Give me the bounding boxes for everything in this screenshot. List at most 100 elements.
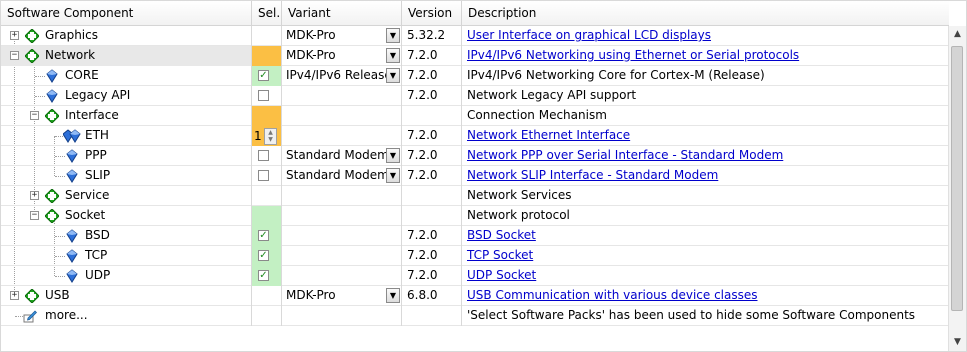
sel-cell[interactable]: ✓ (252, 266, 282, 286)
table-row[interactable]: ETH 1 ▲ ▼ 7.2.0 Network Ethernet Interfac… (1, 126, 949, 146)
variant-value: MDK-Pro (286, 288, 336, 302)
sel-cell[interactable] (252, 46, 282, 66)
header-version[interactable]: Version (402, 1, 462, 25)
variant-cell (282, 206, 402, 226)
select-checkbox[interactable]: ✓ (258, 70, 269, 81)
select-checkbox[interactable] (258, 170, 269, 181)
description-cell: IPv4/IPv6 Networking Core for Cortex-M (… (462, 66, 949, 86)
header-description[interactable]: Description (462, 1, 949, 25)
description-cell: Network Ethernet Interface (462, 126, 949, 146)
spin-up-icon[interactable]: ▲ (265, 129, 276, 136)
table-row[interactable]: TCP ✓ 7.2.0 TCP Socket (1, 246, 949, 266)
sel-cell[interactable] (252, 106, 282, 126)
vertical-scrollbar[interactable]: ▲ ▼ (948, 26, 966, 351)
table-row[interactable]: + Graphics MDK-Pro ▼ 5.32.2 User Interfa… (1, 26, 949, 46)
variant-cell (282, 186, 402, 206)
sel-cell[interactable]: ✓ (252, 246, 282, 266)
collapse-icon[interactable]: − (30, 211, 39, 220)
instance-spinner[interactable]: 1 ▲ ▼ (252, 127, 280, 145)
sel-cell[interactable] (252, 206, 282, 226)
table-row[interactable]: − Interface Connection Mechanism (1, 106, 949, 126)
component-cell: + Graphics (1, 26, 252, 46)
header-sel[interactable]: Sel. (252, 1, 282, 25)
table-row[interactable]: − Network MDK-Pro ▼ 7.2.0 IPv4/IPv6 Netw… (1, 46, 949, 66)
table-row[interactable]: + USB MDK-Pro ▼ 6.8.0 USB Communication … (1, 286, 949, 306)
select-checkbox[interactable]: ✓ (258, 270, 269, 281)
sel-cell[interactable] (252, 286, 282, 306)
component-name: ETH (85, 128, 109, 142)
expand-icon[interactable]: + (30, 191, 39, 200)
description-cell: Network SLIP Interface - Standard Modem (462, 166, 949, 186)
sel-cell[interactable]: ✓ (252, 226, 282, 246)
green-diamond-icon (25, 289, 39, 303)
description-link[interactable]: UDP Socket (467, 268, 536, 282)
version-cell: 7.2.0 (402, 66, 462, 86)
more-link[interactable]: more... (45, 306, 88, 326)
chevron-down-icon[interactable]: ▼ (386, 48, 400, 63)
sel-cell[interactable] (252, 166, 282, 186)
sel-cell[interactable] (252, 26, 282, 46)
variant-cell[interactable]: IPv4/IPv6 Release ▼ (282, 66, 402, 86)
scroll-up-icon[interactable]: ▲ (949, 26, 966, 43)
header-variant[interactable]: Variant (282, 1, 402, 25)
description-cell: Network Legacy API support (462, 86, 949, 106)
table-row[interactable]: + Service Network Services (1, 186, 949, 206)
component-cell: Legacy API (1, 86, 252, 106)
chevron-down-icon[interactable]: ▼ (386, 28, 400, 43)
tree-line (55, 276, 65, 277)
select-checkbox[interactable] (258, 150, 269, 161)
description-link[interactable]: User Interface on graphical LCD displays (467, 28, 711, 42)
description-link[interactable]: Network PPP over Serial Interface - Stan… (467, 148, 783, 162)
table-row[interactable]: Legacy API 7.2.0 Network Legacy API supp… (1, 86, 949, 106)
sel-cell[interactable] (252, 186, 282, 206)
table-row[interactable]: PPP Standard Modem ▼ 7.2.0 Network PPP o… (1, 146, 949, 166)
variant-cell[interactable]: MDK-Pro ▼ (282, 286, 402, 306)
select-checkbox[interactable]: ✓ (258, 230, 269, 241)
description-link[interactable]: Network SLIP Interface - Standard Modem (467, 168, 718, 182)
sel-cell[interactable]: ✓ (252, 66, 282, 86)
variant-cell[interactable]: MDK-Pro ▼ (282, 46, 402, 66)
description-link[interactable]: USB Communication with various device cl… (467, 288, 758, 302)
table-row[interactable]: BSD ✓ 7.2.0 BSD Socket (1, 226, 949, 246)
variant-value: MDK-Pro (286, 48, 336, 62)
spinner-buttons[interactable]: ▲ ▼ (264, 128, 277, 145)
sel-cell[interactable] (252, 146, 282, 166)
table-row[interactable]: SLIP Standard Modem ▼ 7.2.0 Network SLIP… (1, 166, 949, 186)
spin-down-icon[interactable]: ▼ (265, 136, 276, 143)
component-cell: TCP (1, 246, 252, 266)
sel-cell[interactable] (252, 86, 282, 106)
chevron-down-icon[interactable]: ▼ (386, 288, 400, 303)
description-link[interactable]: IPv4/IPv6 Networking using Ethernet or S… (467, 48, 799, 62)
description-link[interactable]: BSD Socket (467, 228, 536, 242)
sel-cell[interactable]: 1 ▲ ▼ (252, 126, 282, 146)
expand-icon[interactable]: + (10, 31, 19, 40)
variant-cell[interactable]: Standard Modem ▼ (282, 166, 402, 186)
select-checkbox[interactable]: ✓ (258, 250, 269, 261)
table-row[interactable]: UDP ✓ 7.2.0 UDP Socket (1, 266, 949, 286)
table-row[interactable]: − Socket Network protocol (1, 206, 949, 226)
component-cell: − Socket (1, 206, 252, 226)
expand-icon[interactable]: + (10, 291, 19, 300)
version-cell: 7.2.0 (402, 166, 462, 186)
chevron-down-icon[interactable]: ▼ (386, 68, 400, 83)
variant-cell[interactable]: Standard Modem ▼ (282, 146, 402, 166)
green-diamond-icon (45, 209, 59, 223)
component-cell: + Service (1, 186, 252, 206)
chevron-down-icon[interactable]: ▼ (386, 148, 400, 163)
scrollbar-thumb[interactable] (951, 46, 963, 311)
chevron-down-icon[interactable]: ▼ (386, 168, 400, 183)
select-checkbox[interactable] (258, 90, 269, 101)
component-cell: − Network (1, 46, 252, 66)
header-software-component[interactable]: Software Component (1, 1, 252, 25)
description-link[interactable]: TCP Socket (467, 248, 533, 262)
tree-line (35, 76, 45, 77)
collapse-icon[interactable]: − (30, 111, 39, 120)
collapse-icon[interactable]: − (10, 51, 19, 60)
variant-cell[interactable]: MDK-Pro ▼ (282, 26, 402, 46)
version-cell: 5.32.2 (402, 26, 462, 46)
version-cell: 7.2.0 (402, 146, 462, 166)
description-link[interactable]: Network Ethernet Interface (467, 128, 630, 142)
table-row[interactable]: CORE ✓ IPv4/IPv6 Release ▼ 7.2.0 IPv4/IP… (1, 66, 949, 86)
table-row[interactable]: more... 'Select Software Packs' has been… (1, 306, 949, 326)
scroll-down-icon[interactable]: ▼ (949, 334, 966, 351)
